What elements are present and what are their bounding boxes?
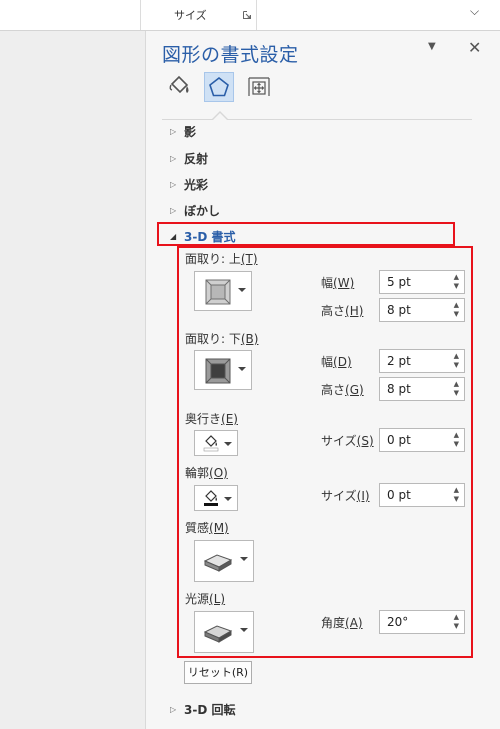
spin-up-icon[interactable]: ▲ xyxy=(454,353,459,360)
section-label: 反射 xyxy=(184,152,209,166)
expand-icon: ▷ xyxy=(170,206,177,215)
lighting-dropdown[interactable] xyxy=(194,611,254,653)
highlight-box-header xyxy=(157,222,455,246)
top-width-label: 幅(W) xyxy=(321,276,355,290)
spinner-value: 5 pt xyxy=(387,275,411,289)
contour-label: 輪郭(O) xyxy=(185,466,228,480)
section-soft-edges[interactable]: ▷ ぼかし xyxy=(170,202,220,219)
pentagon-icon xyxy=(209,76,229,97)
spin-down-icon[interactable]: ▼ xyxy=(454,623,459,630)
top-bevel-dropdown[interactable] xyxy=(194,271,252,311)
section-label: 3-D 回転 xyxy=(184,703,236,717)
bevel-bottom-icon xyxy=(205,358,231,384)
section-3d-rotation[interactable]: ▷ 3-D 回転 xyxy=(170,701,235,718)
chevron-down-icon xyxy=(240,557,248,561)
ribbon-separator xyxy=(256,0,257,30)
chevron-down-icon xyxy=(238,367,246,371)
bottom-height-label: 高さ(G) xyxy=(321,383,364,397)
spinner-value: 0 pt xyxy=(387,433,411,447)
lighting-label: 光源(L) xyxy=(185,592,226,606)
spinner-value: 8 pt xyxy=(387,382,411,396)
pane-title: 図形の書式設定 xyxy=(162,44,299,66)
section-label: ぼかし xyxy=(184,204,221,218)
spin-down-icon[interactable]: ▼ xyxy=(454,362,459,369)
spin-up-icon[interactable]: ▲ xyxy=(454,432,459,439)
contour-size-label: サイズ(I) xyxy=(321,489,370,503)
chevron-down-icon[interactable]: ⌵ xyxy=(470,4,479,19)
depth-label: 奥行き(E) xyxy=(185,412,238,426)
reset-button[interactable]: リセット(R) xyxy=(184,661,252,684)
chevron-down-icon xyxy=(240,628,248,632)
close-icon[interactable]: ✕ xyxy=(468,38,481,57)
ribbon-strip: サイズ ⌵ xyxy=(0,0,500,31)
depth-size-spinner[interactable]: 0 pt ▲ ▼ xyxy=(379,428,465,452)
bottom-bevel-label: 面取り: 下(B) xyxy=(185,332,259,346)
spinner-value: 0 pt xyxy=(387,488,411,502)
spinner-value: 8 pt xyxy=(387,303,411,317)
spin-down-icon[interactable]: ▼ xyxy=(454,496,459,503)
chevron-down-icon xyxy=(238,288,246,292)
spinner-value: 2 pt xyxy=(387,354,411,368)
spin-up-icon[interactable]: ▲ xyxy=(454,381,459,388)
bevel-top-icon xyxy=(205,279,231,305)
dialog-launcher-icon[interactable] xyxy=(243,11,251,19)
bottom-width-label: 幅(D) xyxy=(321,355,352,369)
top-bevel-label: 面取り: 上(T) xyxy=(185,252,258,266)
pane-options-icon[interactable]: ▼ xyxy=(428,41,436,52)
expand-icon: ▷ xyxy=(170,127,177,136)
depth-size-label: サイズ(S) xyxy=(321,434,374,448)
section-reflection[interactable]: ▷ 反射 xyxy=(170,150,208,167)
paint-bucket-icon xyxy=(169,75,189,94)
tab-size-and-properties[interactable] xyxy=(244,72,274,102)
angle-spinner[interactable]: 20° ▲ ▼ xyxy=(379,610,465,634)
contour-color-dropdown[interactable] xyxy=(194,485,238,511)
fill-color-icon xyxy=(203,435,219,452)
section-label: 光彩 xyxy=(184,178,209,192)
size-properties-icon xyxy=(248,77,270,96)
spin-up-icon[interactable]: ▲ xyxy=(454,614,459,621)
spin-up-icon[interactable]: ▲ xyxy=(454,302,459,309)
fill-color-icon xyxy=(204,490,218,506)
contour-size-spinner[interactable]: 0 pt ▲ ▼ xyxy=(379,483,465,507)
spin-down-icon[interactable]: ▼ xyxy=(454,390,459,397)
section-glow[interactable]: ▷ 光彩 xyxy=(170,176,208,193)
spin-up-icon[interactable]: ▲ xyxy=(454,487,459,494)
material-dropdown[interactable] xyxy=(194,540,254,582)
top-height-label: 高さ(H) xyxy=(321,304,364,318)
top-width-spinner[interactable]: 5 pt ▲ ▼ xyxy=(379,270,465,294)
section-label: 影 xyxy=(184,125,197,139)
section-shadow[interactable]: ▷ 影 xyxy=(170,123,196,140)
tab-pointer-fill xyxy=(213,113,227,120)
ribbon-separator xyxy=(140,0,141,30)
chevron-down-icon xyxy=(224,442,232,446)
bottom-bevel-dropdown[interactable] xyxy=(194,350,252,390)
top-height-spinner[interactable]: 8 pt ▲ ▼ xyxy=(379,298,465,322)
spin-down-icon[interactable]: ▼ xyxy=(454,283,459,290)
depth-color-dropdown[interactable] xyxy=(194,430,238,456)
material-icon xyxy=(203,554,233,572)
material-label: 質感(M) xyxy=(185,521,229,535)
chevron-down-icon xyxy=(224,497,232,501)
spin-down-icon[interactable]: ▼ xyxy=(454,441,459,448)
size-group-label: サイズ xyxy=(174,9,207,22)
tab-effects[interactable] xyxy=(204,72,234,102)
document-area xyxy=(0,31,146,729)
tab-divider xyxy=(162,119,472,120)
expand-icon: ▷ xyxy=(170,154,177,163)
expand-icon: ▷ xyxy=(170,705,177,714)
tab-fill-and-line[interactable] xyxy=(164,72,194,102)
spin-up-icon[interactable]: ▲ xyxy=(454,274,459,281)
bottom-width-spinner[interactable]: 2 pt ▲ ▼ xyxy=(379,349,465,373)
angle-label: 角度(A) xyxy=(321,616,363,630)
spinner-value: 20° xyxy=(387,615,409,629)
expand-icon: ▷ xyxy=(170,180,177,189)
bottom-height-spinner[interactable]: 8 pt ▲ ▼ xyxy=(379,377,465,401)
spin-down-icon[interactable]: ▼ xyxy=(454,311,459,318)
lighting-icon xyxy=(203,625,233,643)
